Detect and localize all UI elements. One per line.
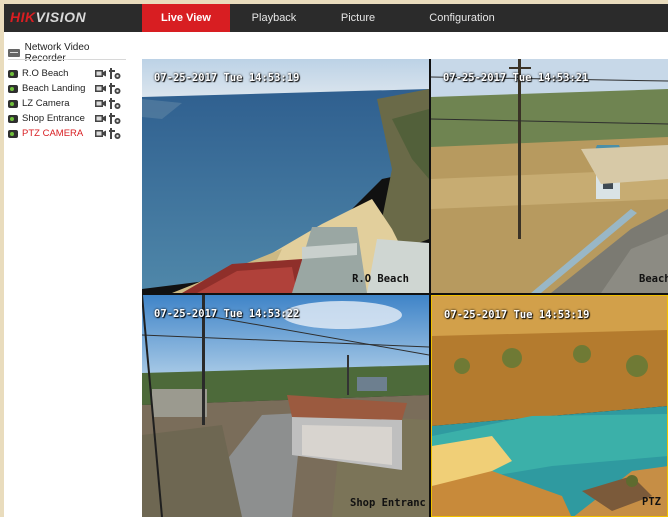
ptz-icon[interactable] — [109, 127, 121, 140]
record-icon[interactable] — [94, 98, 106, 110]
ptz-icon[interactable] — [109, 97, 121, 110]
record-icon[interactable] — [94, 113, 106, 125]
tab-live-view[interactable]: Live View — [142, 4, 230, 32]
video-tile-shop-entrance[interactable]: 07-25-2017 Tue 14:53:22 Shop Entranc — [142, 295, 429, 517]
nvr-device-label: Network Video Recorder — [24, 42, 90, 64]
tab-configuration[interactable]: Configuration — [416, 4, 508, 32]
camera-item-label: LZ Camera — [22, 98, 70, 109]
record-icon[interactable] — [94, 128, 106, 140]
brand-logo-part2: VISION — [35, 9, 87, 25]
video-timestamp: 07-25-2017 Tue 14:53:21 — [443, 72, 589, 84]
camera-item-lz-camera[interactable]: LZ Camera — [8, 96, 130, 111]
record-icon[interactable] — [94, 83, 106, 95]
nvr-device-node[interactable]: Network Video Recorder — [8, 42, 130, 64]
camera-list: R.O Beach Beach Landing LZ Camera Shop E… — [8, 66, 130, 141]
nvr-device-icon — [8, 49, 20, 57]
camera-item-label: PTZ CAMERA — [22, 128, 84, 139]
tab-picture[interactable]: Picture — [326, 4, 390, 32]
brand-logo-part1: HIK — [10, 9, 36, 25]
video-tile-beach-landing[interactable]: 07-25-2017 Tue 14:53:21 Beach — [431, 59, 668, 293]
camera-sidebar: Network Video Recorder R.O Beach Beach L… — [4, 32, 130, 517]
ptz-icon[interactable] — [109, 112, 121, 125]
app-window: HIKVISION Live View Playback Picture Con… — [4, 4, 668, 517]
video-tile-ro-beach[interactable]: 07-25-2017 Tue 14:53:19 R.O Beach — [142, 59, 429, 293]
camera-item-label: Shop Entrance — [22, 113, 85, 124]
video-feed-beach-landing — [431, 59, 668, 293]
brand-logo: HIKVISION — [10, 9, 86, 25]
video-feed-ro-beach — [142, 59, 429, 293]
camera-item-ptz-camera[interactable]: PTZ CAMERA — [8, 126, 130, 141]
camera-osd-label: Beach — [639, 273, 668, 285]
camera-osd-label: PTZ C — [642, 496, 667, 508]
video-timestamp: 07-25-2017 Tue 14:53:22 — [154, 308, 300, 320]
video-timestamp: 07-25-2017 Tue 14:53:19 — [154, 72, 300, 84]
video-timestamp: 07-25-2017 Tue 14:53:19 — [444, 309, 590, 321]
camera-status-icon — [8, 99, 18, 108]
ptz-icon[interactable] — [109, 67, 121, 80]
camera-item-beach-landing[interactable]: Beach Landing — [8, 81, 130, 96]
camera-status-icon — [8, 69, 18, 78]
video-feed-ptz-camera — [432, 296, 667, 516]
live-view-grid: 07-25-2017 Tue 14:53:19 R.O Beach 07-25-… — [142, 59, 668, 517]
camera-osd-label: R.O Beach — [352, 273, 409, 285]
camera-status-icon — [8, 114, 18, 123]
top-nav-bar: HIKVISION Live View Playback Picture Con… — [4, 4, 668, 32]
camera-status-icon — [8, 84, 18, 93]
tab-playback[interactable]: Playback — [238, 4, 310, 32]
camera-osd-label: Shop Entranc — [350, 497, 426, 509]
sidebar-divider — [8, 59, 126, 60]
camera-status-icon — [8, 129, 18, 138]
video-feed-shop-entrance — [142, 295, 429, 517]
record-icon[interactable] — [94, 68, 106, 80]
video-tile-ptz-camera[interactable]: 07-25-2017 Tue 14:53:19 PTZ C — [431, 295, 668, 517]
ptz-icon[interactable] — [109, 82, 121, 95]
camera-item-ro-beach[interactable]: R.O Beach — [8, 66, 130, 81]
camera-item-label: Beach Landing — [22, 83, 86, 94]
camera-item-label: R.O Beach — [22, 68, 69, 79]
camera-item-shop-entrance[interactable]: Shop Entrance — [8, 111, 130, 126]
